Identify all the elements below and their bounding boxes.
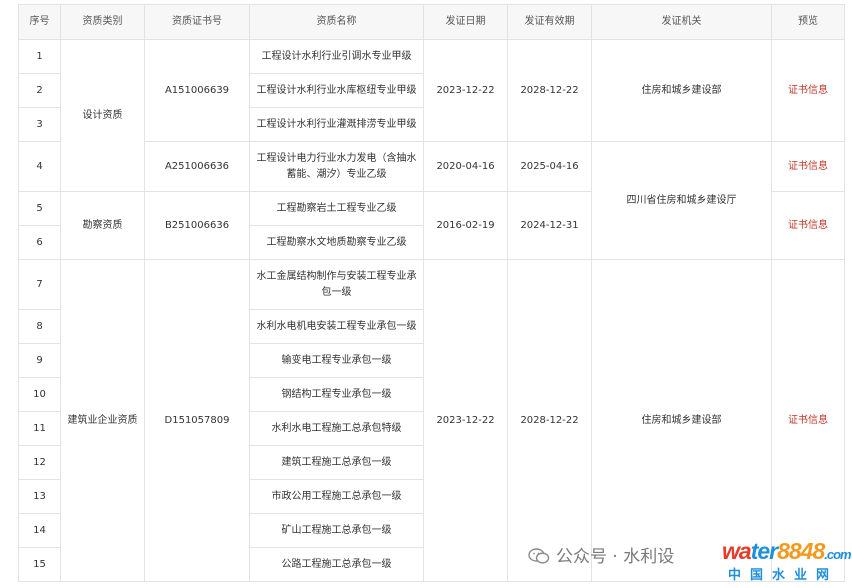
header-issue-date: 发证日期 <box>423 4 508 40</box>
cert-info-link[interactable]: 证书信息 <box>771 259 845 582</box>
row-index: 9 <box>18 343 61 378</box>
header-name: 资质名称 <box>249 4 424 40</box>
cert-number-cell: B251006636 <box>144 191 250 260</box>
issue-date-cell: 2016-02-19 <box>423 191 508 260</box>
valid-date-cell: 2024-12-31 <box>507 191 592 260</box>
row-index: 13 <box>18 479 61 514</box>
qualification-name: 工程勘察水文地质勘察专业乙级 <box>249 225 424 260</box>
logo-subtitle: 中国水业网 <box>728 568 839 583</box>
issue-date-cell: 2023-12-22 <box>423 259 508 582</box>
header-valid-date: 发证有效期 <box>507 4 592 40</box>
qualification-name: 水工金属结构制作与安装工程专业承包一级 <box>249 259 424 310</box>
cert-info-link[interactable]: 证书信息 <box>771 39 845 142</box>
cert-info-link-text[interactable]: 证书信息 <box>788 220 828 231</box>
qualification-name: 建筑工程施工总承包一级 <box>249 445 424 480</box>
header-cert-number: 资质证书号 <box>144 4 250 40</box>
table-row: 7 建筑业企业资质 D151057809 水工金属结构制作与安装工程专业承包一级… <box>18 259 845 582</box>
issue-date-cell: 2023-12-22 <box>423 39 508 142</box>
cert-info-link[interactable]: 证书信息 <box>771 191 845 260</box>
watermark-text: 公众号 · 水利设 <box>556 547 675 567</box>
qualification-name: 工程设计电力行业水力发电（含抽水蓄能、潮汐）专业乙级 <box>249 141 424 192</box>
qualification-name: 钢结构工程专业承包一级 <box>249 377 424 412</box>
qualification-name: 市政公用工程施工总承包一级 <box>249 479 424 514</box>
row-index: 15 <box>18 547 61 582</box>
qualification-name: 矿山工程施工总承包一级 <box>249 513 424 548</box>
qualification-name: 公路工程施工总承包一级 <box>249 547 424 582</box>
row-index: 14 <box>18 513 61 548</box>
category-cell: 勘察资质 <box>60 191 145 260</box>
cert-number-cell: A251006636 <box>144 141 250 192</box>
row-index: 3 <box>18 107 61 142</box>
authority-cell: 住房和城乡建设部 <box>591 39 772 142</box>
row-index: 10 <box>18 377 61 412</box>
row-index: 5 <box>18 191 61 226</box>
table-header-row: 序号 资质类别 资质证书号 资质名称 发证日期 发证有效期 发证机关 预览 <box>18 4 845 40</box>
authority-cell: 住房和城乡建设部 <box>591 259 772 582</box>
header-index: 序号 <box>18 4 61 40</box>
wechat-icon <box>528 548 550 564</box>
qualification-name: 水利水电机电安装工程专业承包一级 <box>249 309 424 344</box>
header-category: 资质类别 <box>60 4 145 40</box>
water8848-logo: water8848.com <box>722 538 852 564</box>
issue-date-cell: 2020-04-16 <box>423 141 508 192</box>
qualification-name: 工程设计水利行业灌溉排涝专业甲级 <box>249 107 424 142</box>
valid-date-cell: 2025-04-16 <box>507 141 592 192</box>
row-index: 12 <box>18 445 61 480</box>
valid-date-cell: 2028-12-22 <box>507 39 592 142</box>
qualification-name: 工程设计水利行业水库枢纽专业甲级 <box>249 73 424 108</box>
header-authority: 发证机关 <box>591 4 772 40</box>
row-index: 6 <box>18 225 61 260</box>
table-row: 1 设计资质 A151006639 工程设计水利行业引调水专业甲级 2023-1… <box>18 39 845 192</box>
watermark: 公众号 · 水利设 <box>528 542 674 567</box>
authority-cell: 四川省住房和城乡建设厅 <box>591 141 772 260</box>
cert-info-link[interactable]: 证书信息 <box>771 141 845 192</box>
category-cell: 设计资质 <box>60 39 145 192</box>
cert-info-link-text[interactable]: 证书信息 <box>788 415 828 426</box>
row-index: 7 <box>18 259 61 310</box>
cert-info-link-text[interactable]: 证书信息 <box>788 85 828 96</box>
valid-date-cell: 2028-12-22 <box>507 259 592 582</box>
qualification-name: 输变电工程专业承包一级 <box>249 343 424 378</box>
header-preview: 预览 <box>771 4 845 40</box>
row-index: 11 <box>18 411 61 446</box>
row-index: 4 <box>18 141 61 192</box>
qualification-name: 工程设计水利行业引调水专业甲级 <box>249 39 424 74</box>
cert-number-cell: A151006639 <box>144 39 250 142</box>
category-cell: 建筑业企业资质 <box>60 259 145 582</box>
qualification-name: 水利水电工程施工总承包特级 <box>249 411 424 446</box>
row-index: 1 <box>18 39 61 74</box>
row-index: 2 <box>18 73 61 108</box>
cert-info-link-text[interactable]: 证书信息 <box>788 161 828 172</box>
cert-number-cell: D151057809 <box>144 259 250 582</box>
row-index: 8 <box>18 309 61 344</box>
qualification-table: 序号 资质类别 资质证书号 资质名称 发证日期 发证有效期 发证机关 预览 1 … <box>18 4 845 582</box>
qualification-name: 工程勘察岩土工程专业乙级 <box>249 191 424 226</box>
